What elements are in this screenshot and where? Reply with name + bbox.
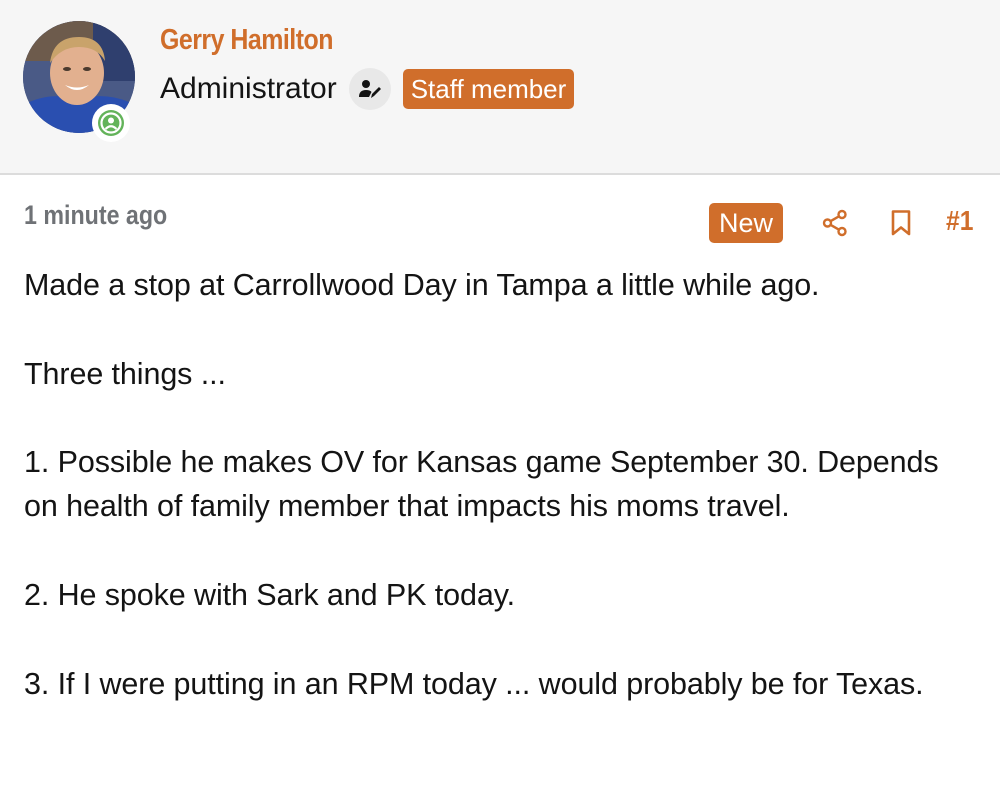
post-paragraph: 3. If I were putting in an RPM today ...… <box>24 666 924 701</box>
user-title: Administrator <box>160 72 337 105</box>
online-user-icon <box>98 110 124 136</box>
post-body: Made a stop at Carrollwood Day in Tampa … <box>24 263 964 750</box>
user-edit-icon <box>348 68 391 110</box>
username-link[interactable]: Gerry Hamilton <box>160 24 333 57</box>
post-paragraph: 1. Possible he makes OV for Kansas game … <box>24 445 939 524</box>
message-user-header: Gerry Hamilton Administrator Staff membe… <box>0 0 1000 175</box>
share-icon[interactable] <box>818 206 852 240</box>
online-status-badge <box>92 104 130 142</box>
bookmark-icon[interactable] <box>884 206 918 240</box>
staff-member-badge: Staff member <box>402 69 575 109</box>
post-paragraph: Three things ... <box>24 356 226 391</box>
new-badge: New <box>709 203 784 243</box>
post-paragraph: 2. He spoke with Sark and PK today. <box>24 578 515 613</box>
post-paragraph: Made a stop at Carrollwood Day in Tampa … <box>24 268 820 302</box>
post-number-link[interactable]: #1 <box>946 205 973 237</box>
user-role-row: Administrator Staff member <box>160 68 575 110</box>
post-timestamp[interactable]: 1 minute ago <box>24 200 167 231</box>
